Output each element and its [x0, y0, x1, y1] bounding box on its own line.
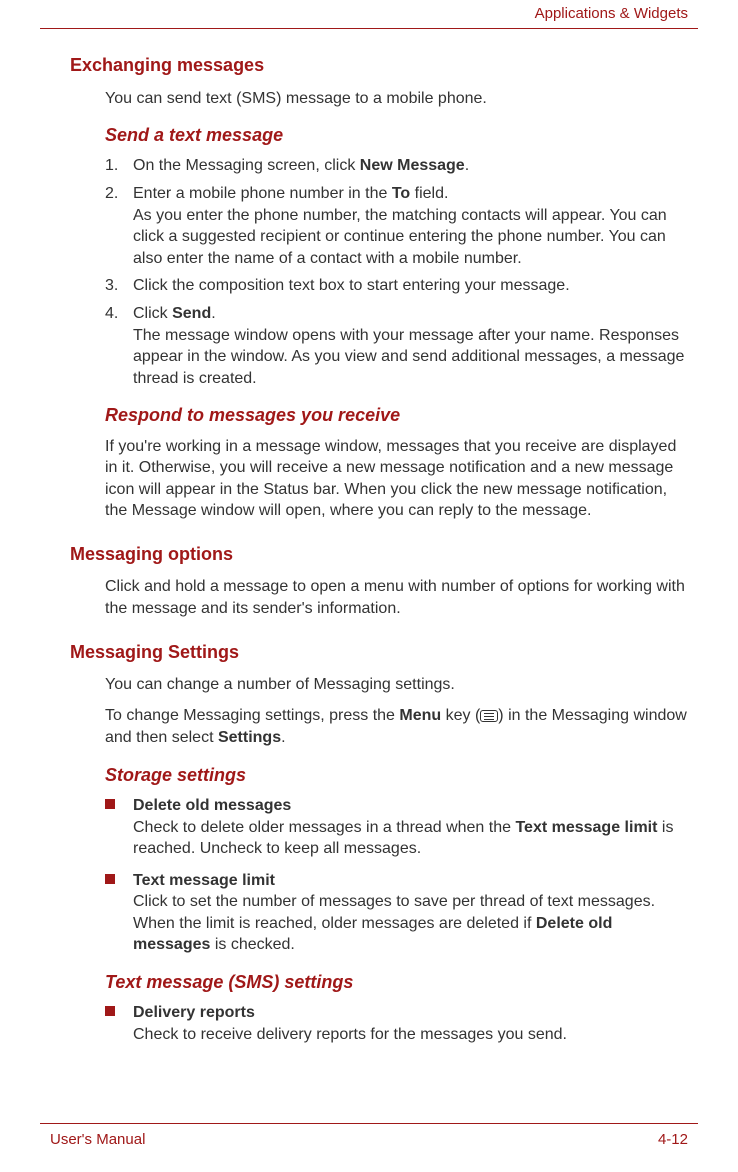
item-body: Check to receive delivery reports for th… — [133, 1026, 567, 1043]
list-item: Delete old messages Check to delete olde… — [105, 795, 688, 860]
step-text: Click the composition text box to start … — [133, 277, 570, 294]
page-footer: User's Manual 4-12 — [0, 1123, 738, 1150]
step-detail: The message window opens with your messa… — [133, 327, 684, 387]
heading-messaging-options: Messaging options — [70, 542, 688, 566]
footer-manual-label: User's Manual — [50, 1130, 145, 1150]
step-bold: To — [392, 185, 410, 202]
item-title: Text message limit — [133, 872, 275, 889]
header-section-title: Applications & Widgets — [535, 5, 688, 22]
text-settings-instructions: To change Messaging settings, press the … — [105, 705, 688, 748]
step-text: . — [465, 157, 469, 174]
menu-key-icon — [480, 710, 498, 722]
footer-rule — [40, 1123, 698, 1124]
text-options-body: Click and hold a message to open a menu … — [105, 576, 688, 619]
list-item: Click the composition text box to start … — [105, 275, 688, 297]
instr-text: . — [281, 729, 285, 746]
item-title: Delete old messages — [133, 797, 291, 814]
storage-settings-list: Delete old messages Check to delete olde… — [105, 795, 688, 956]
instr-bold: Settings — [218, 729, 281, 746]
instr-bold: Menu — [399, 707, 441, 724]
step-text: field. — [410, 185, 448, 202]
step-text: Click — [133, 305, 172, 322]
step-bold: New Message — [360, 157, 465, 174]
heading-messaging-settings: Messaging Settings — [70, 640, 688, 664]
text-exchanging-intro: You can send text (SMS) message to a mob… — [105, 88, 688, 110]
list-item: Delivery reports Check to receive delive… — [105, 1002, 688, 1045]
list-item: Text message limit Click to set the numb… — [105, 870, 688, 956]
sms-settings-list: Delivery reports Check to receive delive… — [105, 1002, 688, 1045]
item-bold: Text message limit — [515, 819, 657, 836]
heading-storage-settings: Storage settings — [105, 763, 688, 787]
list-item: Enter a mobile phone number in the To fi… — [105, 183, 688, 269]
footer-page-number: 4-12 — [658, 1130, 688, 1150]
instr-text: key ( — [441, 707, 480, 724]
heading-respond-messages: Respond to messages you receive — [105, 403, 688, 427]
item-title: Delivery reports — [133, 1004, 255, 1021]
send-steps-list: On the Messaging screen, click New Messa… — [105, 155, 688, 389]
list-item: Click Send. The message window opens wit… — [105, 303, 688, 389]
step-text: Enter a mobile phone number in the — [133, 185, 392, 202]
text-settings-intro: You can change a number of Messaging set… — [105, 674, 688, 696]
heading-exchanging-messages: Exchanging messages — [70, 53, 688, 77]
item-body: is checked. — [210, 936, 294, 953]
step-detail: As you enter the phone number, the match… — [133, 207, 667, 267]
step-bold: Send — [172, 305, 211, 322]
instr-text: To change Messaging settings, press the — [105, 707, 399, 724]
item-body: Check to delete older messages in a thre… — [133, 819, 515, 836]
heading-sms-settings: Text message (SMS) settings — [105, 970, 688, 994]
step-text: . — [211, 305, 215, 322]
text-respond-body: If you're working in a message window, m… — [105, 436, 688, 522]
heading-send-text-message: Send a text message — [105, 123, 688, 147]
list-item: On the Messaging screen, click New Messa… — [105, 155, 688, 177]
step-text: On the Messaging screen, click — [133, 157, 360, 174]
